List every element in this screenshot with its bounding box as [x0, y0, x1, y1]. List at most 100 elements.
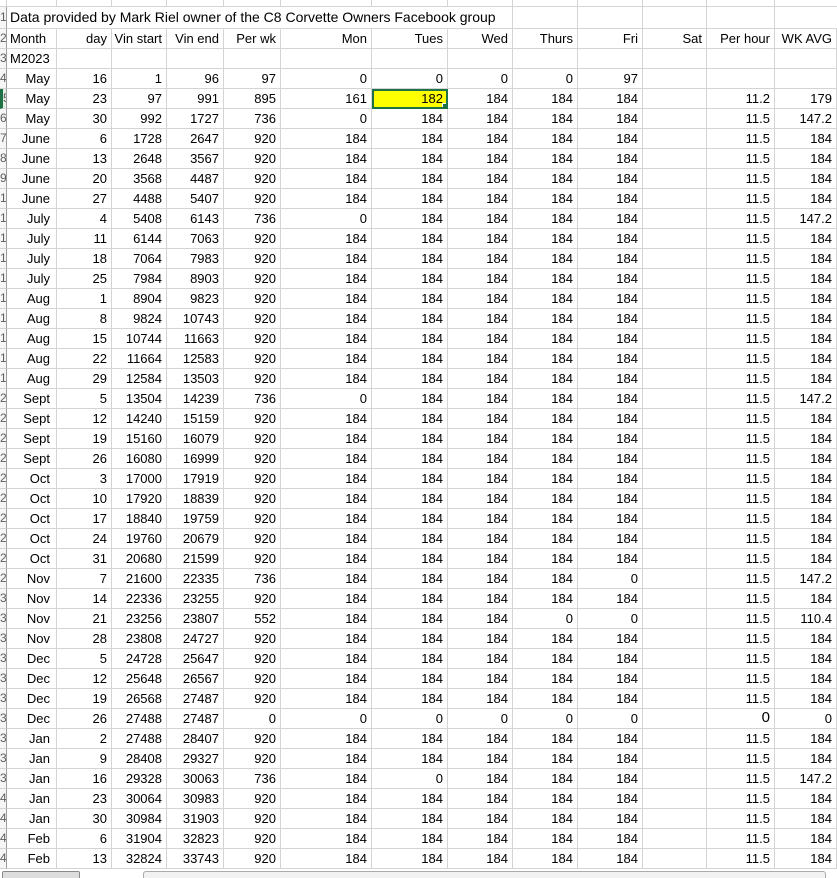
cell-tues[interactable]: 184 — [372, 329, 448, 349]
cell-vin-start[interactable]: 19760 — [112, 529, 167, 549]
row-number-gutter[interactable]: 13 — [0, 249, 7, 269]
cell-thurs[interactable]: 184 — [513, 189, 578, 209]
cell-wk-avg[interactable]: 184 — [775, 469, 837, 489]
cell-thurs[interactable]: 0 — [513, 69, 578, 89]
cell-wed[interactable]: 184 — [448, 269, 513, 289]
cell-day[interactable]: 23 — [57, 789, 112, 809]
cell-vin-start[interactable]: 7984 — [112, 269, 167, 289]
cell-wk-avg[interactable]: 184 — [775, 449, 837, 469]
cell-per-hour[interactable]: 11.5 — [707, 649, 775, 669]
cell-vin-end[interactable]: 2647 — [167, 129, 224, 149]
row-number-gutter[interactable]: 18 — [0, 349, 7, 369]
cell-per-wk[interactable]: 920 — [224, 429, 281, 449]
cell-mon[interactable]: 184 — [281, 289, 372, 309]
cell-tues[interactable]: 0 — [372, 709, 448, 729]
cell-mon[interactable]: 184 — [281, 429, 372, 449]
cell-per-hour[interactable]: 11.5 — [707, 109, 775, 129]
cell-per-hour[interactable]: 11.5 — [707, 189, 775, 209]
cell-per-wk[interactable]: 920 — [224, 689, 281, 709]
cell-vin-start[interactable]: 14240 — [112, 409, 167, 429]
cell-day[interactable]: 16 — [57, 769, 112, 789]
cell-day[interactable]: 4 — [57, 209, 112, 229]
cell-wed[interactable]: 184 — [448, 329, 513, 349]
cell-wed[interactable]: 184 — [448, 849, 513, 869]
row-number-gutter[interactable]: 15 — [0, 289, 7, 309]
cell-month[interactable]: June — [7, 149, 57, 169]
cell-per-wk[interactable]: 920 — [224, 249, 281, 269]
cell-wk-avg[interactable]: 147.2 — [775, 389, 837, 409]
row-number-gutter[interactable]: 16 — [0, 309, 7, 329]
cell-month[interactable]: Oct — [7, 489, 57, 509]
cell-day[interactable]: 2 — [57, 729, 112, 749]
cell-per-wk[interactable]: 97 — [224, 69, 281, 89]
column-header-vin-start[interactable]: Vin start — [112, 29, 167, 49]
cell-vin-start[interactable]: 30984 — [112, 809, 167, 829]
cell-empty[interactable] — [281, 49, 372, 69]
cell-vin-end[interactable]: 21599 — [167, 549, 224, 569]
cell-vin-end[interactable]: 4487 — [167, 169, 224, 189]
cell-month[interactable]: June — [7, 169, 57, 189]
cell-vin-start[interactable]: 23256 — [112, 609, 167, 629]
cell-fri[interactable]: 0 — [578, 709, 643, 729]
cell-month[interactable]: Nov — [7, 609, 57, 629]
cell-sat[interactable] — [643, 349, 707, 369]
cell-per-hour[interactable]: 11.5 — [707, 269, 775, 289]
cell-wk-avg[interactable]: 184 — [775, 789, 837, 809]
cell-fri[interactable]: 184 — [578, 789, 643, 809]
cell-fri[interactable]: 184 — [578, 589, 643, 609]
cell-thurs[interactable]: 184 — [513, 169, 578, 189]
cell-mon[interactable]: 161 — [281, 89, 372, 109]
cell-empty[interactable] — [707, 49, 775, 69]
cell-per-wk[interactable]: 920 — [224, 589, 281, 609]
cell-fri[interactable]: 184 — [578, 369, 643, 389]
cell-tues[interactable]: 184 — [372, 509, 448, 529]
cell-wed[interactable]: 184 — [448, 469, 513, 489]
cell-tues[interactable]: 184 — [372, 109, 448, 129]
cell-vin-start[interactable]: 28408 — [112, 749, 167, 769]
cell-vin-start[interactable]: 23808 — [112, 629, 167, 649]
cell-thurs[interactable]: 184 — [513, 349, 578, 369]
cell-thurs[interactable]: 184 — [513, 409, 578, 429]
cell-thurs[interactable]: 184 — [513, 369, 578, 389]
row-number-gutter[interactable]: 30 — [0, 589, 7, 609]
cell-month[interactable]: Oct — [7, 549, 57, 569]
cell-wk-avg[interactable]: 184 — [775, 349, 837, 369]
cell-empty[interactable] — [513, 49, 578, 69]
cell-per-wk[interactable]: 920 — [224, 629, 281, 649]
cell-per-wk[interactable]: 920 — [224, 529, 281, 549]
cell-tues[interactable]: 184 — [372, 469, 448, 489]
cell-wk-avg[interactable]: 184 — [775, 129, 837, 149]
cell-vin-end[interactable]: 9823 — [167, 289, 224, 309]
cell-mon[interactable]: 184 — [281, 669, 372, 689]
cell-day[interactable]: 16 — [57, 69, 112, 89]
cell-wk-avg[interactable]: 184 — [775, 409, 837, 429]
cell-thurs[interactable]: 184 — [513, 269, 578, 289]
cell-wk-avg[interactable]: 184 — [775, 309, 837, 329]
cell-sat[interactable] — [643, 669, 707, 689]
cell-per-hour[interactable]: 11.5 — [707, 129, 775, 149]
cell-sat[interactable] — [643, 749, 707, 769]
cell-tues[interactable]: 184 — [372, 129, 448, 149]
cell-mon[interactable]: 184 — [281, 229, 372, 249]
cell-sat[interactable] — [643, 489, 707, 509]
cell-sat[interactable] — [643, 649, 707, 669]
cell-per-hour[interactable]: 0 — [707, 709, 775, 729]
sheet-title-cell[interactable]: Data provided by Mark Riel owner of the … — [7, 7, 837, 29]
cell-vin-end[interactable]: 33743 — [167, 849, 224, 869]
cell-mon[interactable]: 184 — [281, 649, 372, 669]
row-number-gutter[interactable]: 4 — [0, 69, 7, 89]
cell-mon[interactable]: 184 — [281, 149, 372, 169]
cell-fri[interactable]: 184 — [578, 249, 643, 269]
cell-vin-end[interactable]: 96 — [167, 69, 224, 89]
cell-mon[interactable]: 184 — [281, 629, 372, 649]
cell-mon[interactable]: 184 — [281, 589, 372, 609]
cell-month[interactable]: Aug — [7, 369, 57, 389]
cell-mon[interactable]: 0 — [281, 109, 372, 129]
cell-vin-end[interactable]: 32823 — [167, 829, 224, 849]
cell-day[interactable]: 1 — [57, 289, 112, 309]
cell-vin-end[interactable]: 24727 — [167, 629, 224, 649]
cell-wk-avg[interactable]: 184 — [775, 269, 837, 289]
cell-thurs[interactable]: 184 — [513, 629, 578, 649]
cell-wk-avg[interactable]: 184 — [775, 229, 837, 249]
cell-per-hour[interactable]: 11.5 — [707, 429, 775, 449]
